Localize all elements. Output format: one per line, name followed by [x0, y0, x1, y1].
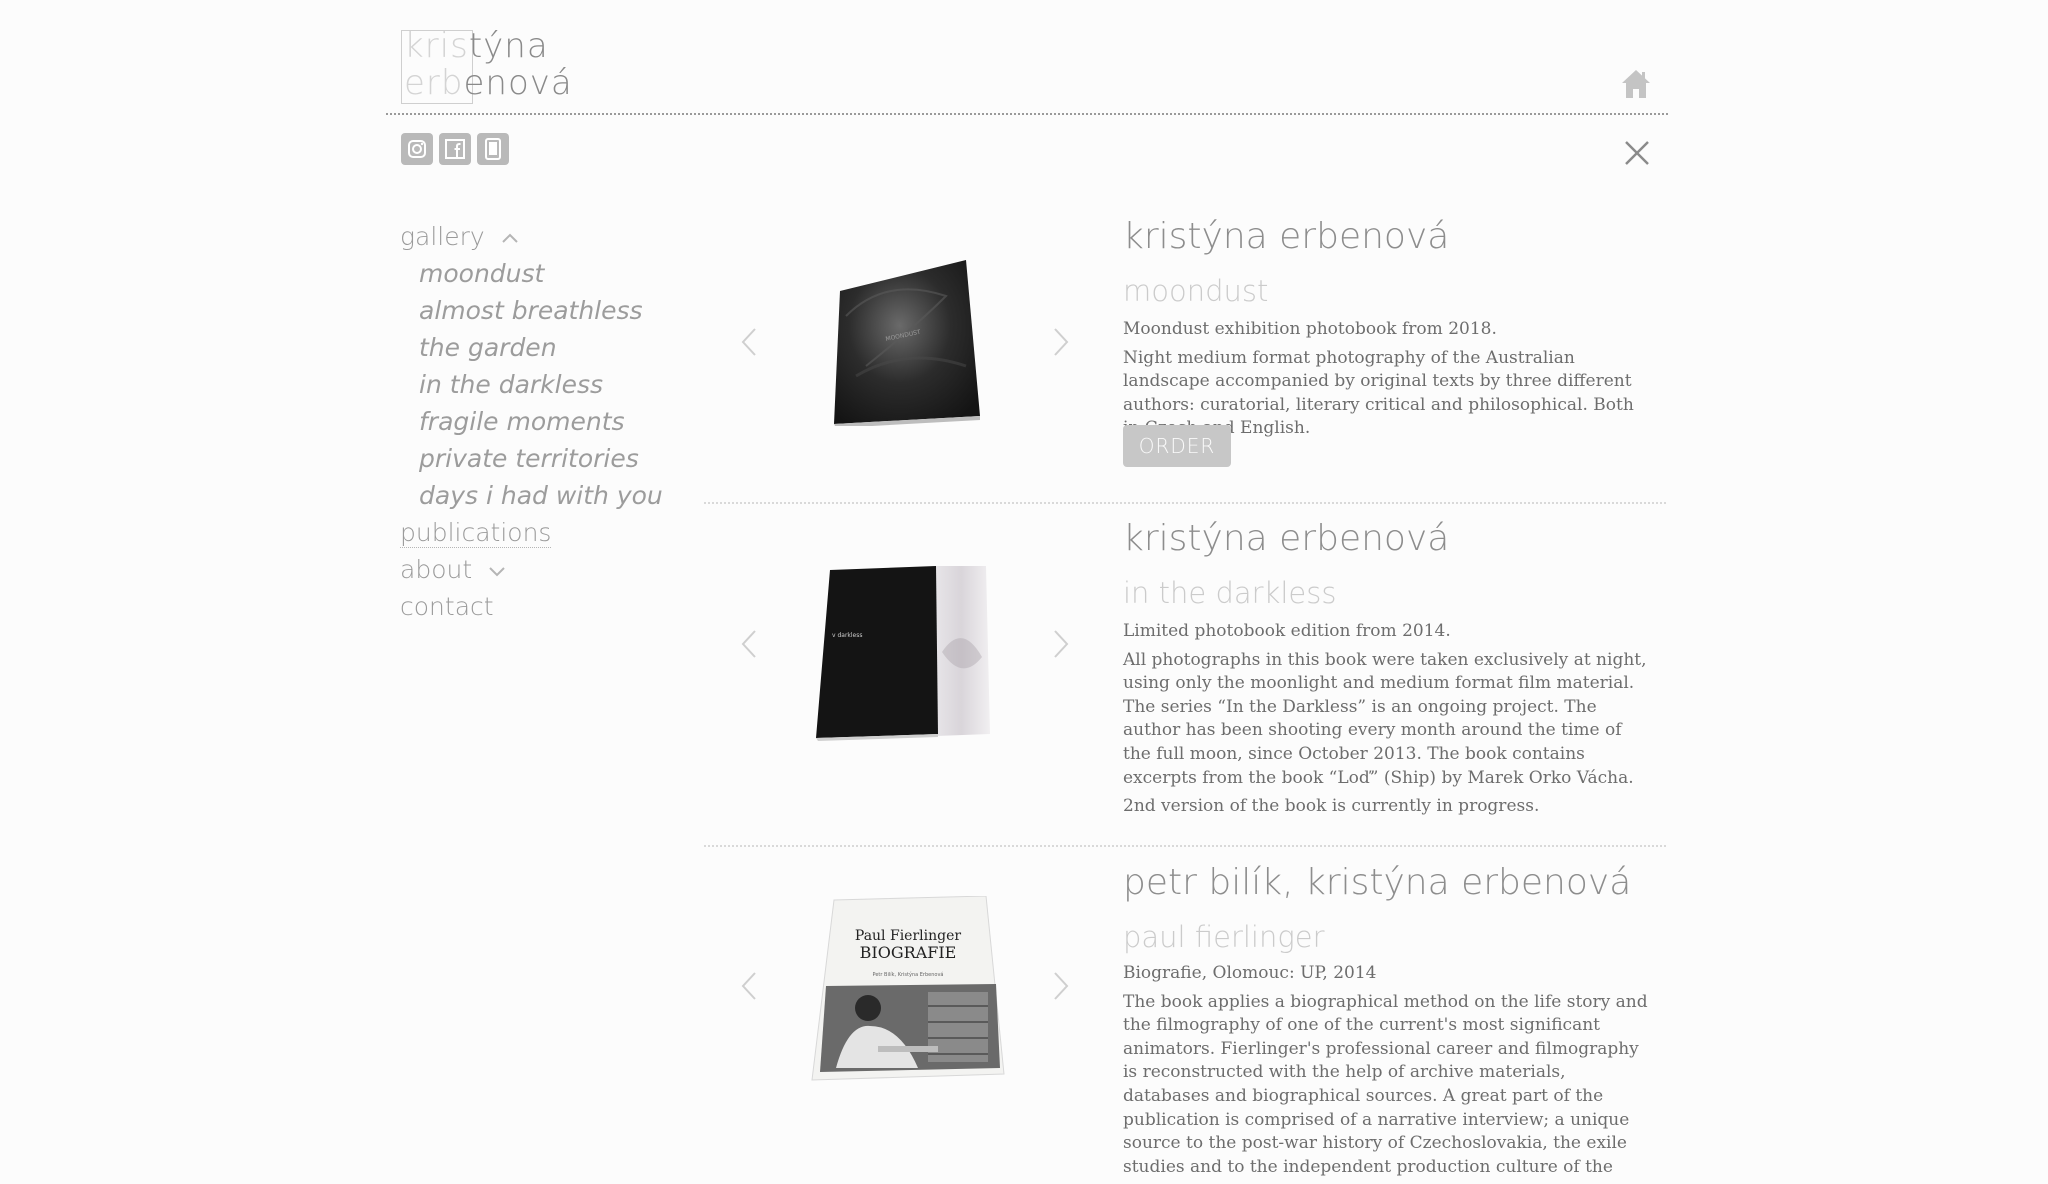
header-divider	[386, 113, 1668, 115]
logo-line1-rest: týna	[468, 26, 549, 66]
entry1-subtitle: Moondust exhibition photobook from 2018.	[1123, 319, 1497, 339]
entry3-paragraph: The book applies a biographical method o…	[1123, 991, 1648, 1177]
close-icon[interactable]	[1622, 138, 1652, 168]
nav-publications[interactable]: publications	[400, 514, 663, 551]
in-the-darkless-book-image: v darkless	[812, 562, 992, 746]
nav-gallery-moondust[interactable]: moondust	[400, 255, 663, 292]
chevron-up-icon	[501, 233, 518, 243]
entry2-description: Limited photobook edition from 2014. All…	[1123, 620, 1653, 824]
entry-divider	[704, 502, 1666, 504]
order-button[interactable]: ORDER	[1123, 425, 1231, 467]
nav-gallery-almost-breathless[interactable]: almost breathless	[400, 292, 663, 329]
entry3-author: petr bilík, kristýna erbenová	[1123, 862, 1632, 903]
nav-gallery-private-territories[interactable]: private territories	[400, 440, 663, 477]
entry1-author: kristýna erbenová	[1123, 216, 1450, 257]
nav-gallery-fragile-moments[interactable]: fragile moments	[400, 403, 663, 440]
site-logo[interactable]: kristýna erbenová	[404, 28, 573, 102]
nav-contact[interactable]: contact	[400, 588, 663, 625]
nav-about-label: about	[400, 555, 473, 584]
logo-line2-rest: enová	[463, 63, 573, 103]
nav-gallery-label: gallery	[400, 222, 485, 251]
cover-name: Paul Fierlinger	[855, 928, 961, 944]
nav-publications-label: publications	[400, 518, 552, 548]
tablet-icon[interactable]	[477, 133, 509, 165]
nav-gallery-days-i-had-with-you[interactable]: days i had with you	[400, 477, 663, 514]
logo-line2-faded: erb	[404, 63, 464, 103]
entry-divider	[704, 845, 1666, 847]
next-arrow-icon[interactable]	[1051, 326, 1071, 358]
facebook-icon[interactable]	[439, 133, 471, 165]
next-arrow-icon[interactable]	[1051, 970, 1071, 1002]
nav-gallery-in-the-darkless[interactable]: in the darkless	[400, 366, 663, 403]
home-icon[interactable]	[1620, 68, 1652, 100]
entry3-description: Biografie, Olomouc: UP, 2014 The book ap…	[1123, 962, 1653, 1184]
paul-fierlinger-book-image: Paul Fierlinger BIOGRAFIE Petr Bilík, Kr…	[808, 895, 1008, 1086]
next-arrow-icon[interactable]	[1051, 628, 1071, 660]
prev-arrow-icon[interactable]	[739, 970, 759, 1002]
entry3-title: paul fierlinger	[1123, 920, 1325, 954]
entry2-subtitle: Limited photobook edition from 2014.	[1123, 621, 1451, 641]
entry2-author: kristýna erbenová	[1123, 518, 1450, 559]
entry1-title: moondust	[1123, 274, 1269, 308]
prev-arrow-icon[interactable]	[739, 326, 759, 358]
logo-line1-faded: kris	[404, 26, 469, 66]
entry2-paragraph-1: All photographs in this book were taken …	[1123, 649, 1647, 788]
nav-gallery[interactable]: gallery	[400, 218, 663, 255]
darkless-spine-text: v darkless	[832, 632, 863, 639]
prev-arrow-icon[interactable]	[739, 628, 759, 660]
cover-authors: Petr Bilík, Kristýna Erbenová	[873, 971, 944, 978]
instagram-icon[interactable]	[401, 133, 433, 165]
entry2-title: in the darkless	[1123, 576, 1337, 610]
cover-title: BIOGRAFIE	[860, 943, 957, 962]
entry2-paragraph-2: 2nd version of the book is currently in …	[1123, 796, 1540, 817]
entry3-subtitle: Biografie, Olomouc: UP, 2014	[1123, 963, 1377, 983]
nav-gallery-the-garden[interactable]: the garden	[400, 329, 663, 366]
moondust-book-image: MOONDUST	[826, 256, 986, 430]
chevron-down-icon	[489, 567, 505, 577]
main-nav: gallery moondust almost breathless the g…	[400, 218, 663, 625]
nav-about[interactable]: about	[400, 551, 663, 588]
